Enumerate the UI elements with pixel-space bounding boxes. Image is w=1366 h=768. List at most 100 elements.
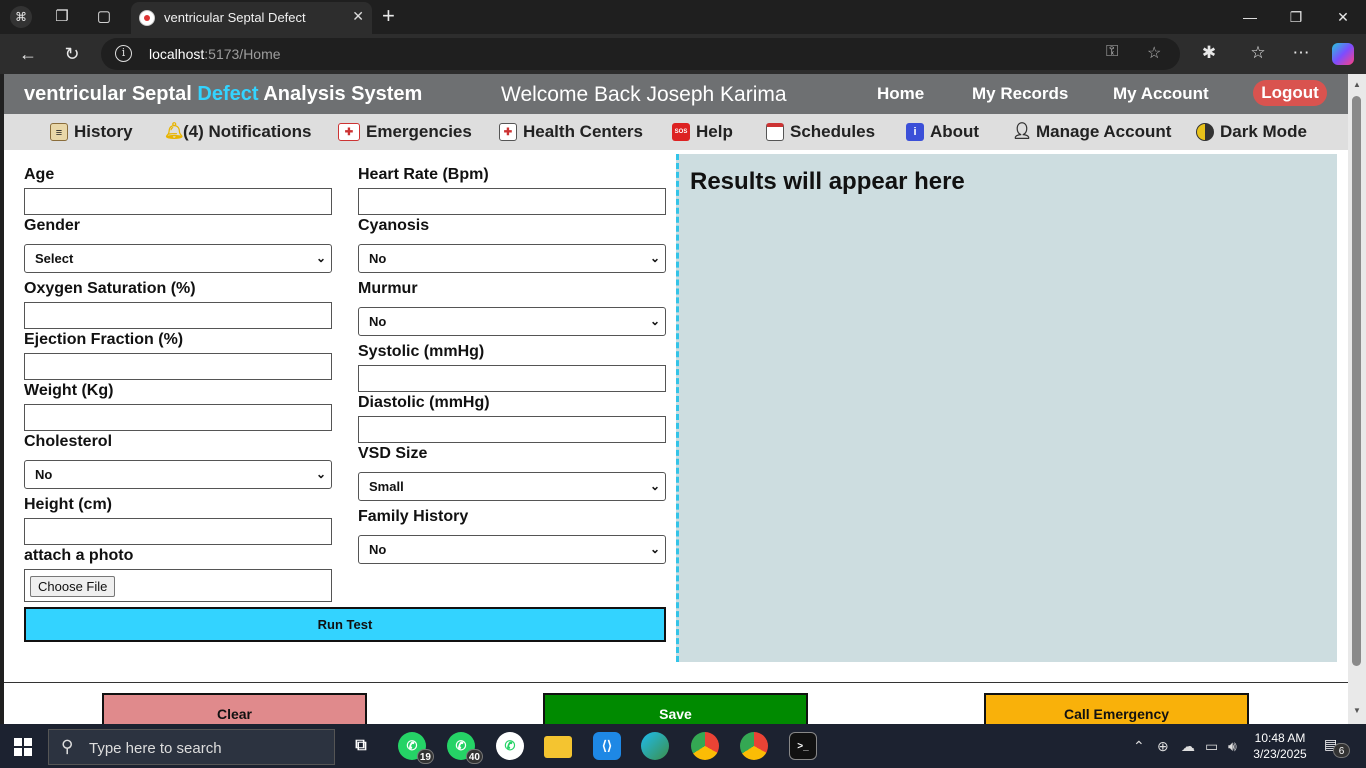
oxygen-input[interactable] — [24, 302, 332, 329]
volume-icon[interactable]: 🔊︎ — [1228, 738, 1237, 755]
calendar-icon — [766, 123, 784, 141]
battery-icon[interactable]: ▭ — [1205, 738, 1218, 755]
terminal-icon[interactable]: >_ — [789, 732, 817, 760]
more-options-icon[interactable]: ⋯ — [1290, 43, 1312, 63]
browser-title-bar: ⌘ ❐ ▢ ventricular Septal Defect ✕ + — ❐ … — [0, 0, 1366, 34]
run-test-button[interactable]: Run Test — [24, 607, 666, 642]
window-close-icon[interactable]: ✕ — [1332, 6, 1354, 28]
tab-favicon-icon — [139, 10, 155, 26]
photo-label: attach a photo — [24, 547, 134, 564]
clear-button[interactable]: Clear — [102, 693, 367, 724]
system-clock[interactable]: 10:48 AM 3/23/2025 — [1249, 730, 1311, 762]
network-icon[interactable]: ⊕ — [1157, 738, 1169, 755]
weight-label: Weight (Kg) — [24, 382, 114, 399]
nav-home-link[interactable]: Home — [877, 84, 924, 104]
workspaces-icon[interactable]: ❐ — [51, 6, 73, 28]
extensions-icon[interactable]: ✱ — [1198, 43, 1220, 63]
chrome-profile-icon[interactable] — [740, 732, 768, 760]
restore-icon[interactable]: ❐ — [1285, 6, 1307, 28]
oxygen-label: Oxygen Saturation (%) — [24, 280, 196, 297]
file-explorer-icon[interactable] — [544, 736, 572, 758]
user-icon: 👤︎ — [1012, 123, 1033, 140]
minimize-icon[interactable]: — — [1239, 6, 1261, 28]
page-viewport: ventricular Septal Defect Analysis Syste… — [4, 74, 1348, 724]
photo-file-input: Choose File — [24, 569, 332, 602]
scroll-down-icon[interactable]: ▼ — [1353, 706, 1361, 715]
cholesterol-label: Cholesterol — [24, 433, 113, 450]
cyanosis-select[interactable]: No ⌄ — [358, 244, 666, 273]
whatsapp-business-badge: 40 — [465, 749, 483, 764]
chrome-icon[interactable] — [691, 732, 719, 760]
subnav-help[interactable]: SOS Help — [672, 119, 733, 145]
page-scrollbar[interactable]: ▲ ▼ — [1348, 74, 1366, 724]
site-info-icon[interactable]: i — [115, 45, 132, 62]
subnav-emergencies[interactable]: ✚ Emergencies — [338, 119, 472, 145]
cholesterol-select[interactable]: No ⌄ — [24, 460, 332, 489]
heart-rate-input[interactable] — [358, 188, 666, 215]
diastolic-input[interactable] — [358, 416, 666, 443]
vscode-icon[interactable]: ⟨⟩ — [593, 732, 621, 760]
reload-icon[interactable]: ↻ — [60, 42, 84, 66]
whatsapp-icon[interactable]: ✆ 19 — [398, 732, 434, 764]
key-icon[interactable]: ⚿ — [1106, 43, 1118, 61]
subnav-about[interactable]: i About — [906, 119, 979, 145]
age-label: Age — [24, 166, 55, 183]
heart-rate-label: Heart Rate (Bpm) — [358, 166, 489, 183]
save-button[interactable]: Save — [543, 693, 808, 724]
murmur-select[interactable]: No ⌄ — [358, 307, 666, 336]
address-bar[interactable]: i localhost:5173/Home ⚿ ☆ — [101, 38, 1180, 70]
height-label: Height (cm) — [24, 496, 112, 513]
diastolic-label: Diastolic (mmHg) — [358, 394, 490, 411]
tab-actions-icon[interactable]: ▢ — [93, 6, 115, 28]
scroll-up-icon[interactable]: ▲ — [1353, 80, 1361, 89]
new-tab-icon[interactable]: + — [382, 4, 395, 28]
favorites-icon[interactable]: ☆ — [1247, 43, 1269, 63]
height-input[interactable] — [24, 518, 332, 545]
results-title: Results will appear here — [690, 168, 965, 195]
cyanosis-label: Cyanosis — [358, 217, 430, 234]
subnav-history[interactable]: ≡ History — [50, 119, 133, 145]
tab-close-icon[interactable]: ✕ — [352, 8, 364, 25]
subnav-health-centers[interactable]: ✚ Health Centers — [499, 119, 643, 145]
nav-my-account-link[interactable]: My Account — [1113, 84, 1209, 104]
profile-icon[interactable]: ⌘ — [10, 6, 32, 28]
ejection-input[interactable] — [24, 353, 332, 380]
logout-button[interactable]: Logout — [1253, 80, 1327, 106]
scroll-thumb[interactable] — [1352, 96, 1361, 666]
taskbar-search[interactable]: ⚲ Type here to search — [48, 729, 335, 765]
whatsapp-web-icon[interactable]: ✆ — [496, 732, 524, 760]
notification-center-icon[interactable]: ▤ 6 — [1324, 736, 1350, 758]
whatsapp-business-icon[interactable]: ✆ 40 — [447, 732, 483, 764]
weight-input[interactable] — [24, 404, 332, 431]
divider — [4, 682, 1348, 683]
chevron-down-icon: ⌄ — [649, 542, 660, 556]
task-view-icon[interactable]: ⧉ — [347, 732, 375, 760]
search-icon: ⚲ — [61, 737, 74, 756]
start-icon[interactable] — [14, 738, 32, 756]
nav-my-records-link[interactable]: My Records — [972, 84, 1068, 104]
edge-icon[interactable] — [641, 732, 669, 760]
subnav-manage-account[interactable]: 👤︎ Manage Account — [1012, 119, 1171, 145]
family-history-label: Family History — [358, 508, 469, 525]
subnav-schedules[interactable]: Schedules — [766, 119, 875, 145]
choose-file-button[interactable]: Choose File — [30, 576, 116, 597]
subnav-dark-mode[interactable]: Dark Mode — [1196, 119, 1307, 145]
vsd-size-select[interactable]: Small ⌄ — [358, 472, 666, 501]
dark-mode-icon — [1196, 123, 1214, 141]
family-history-select[interactable]: No ⌄ — [358, 535, 666, 564]
app-header: ventricular Septal Defect Analysis Syste… — [4, 74, 1348, 114]
clock-date: 3/23/2025 — [1253, 747, 1307, 761]
age-input[interactable] — [24, 188, 332, 215]
favorite-star-icon[interactable]: ☆ — [1147, 43, 1161, 63]
systolic-input[interactable] — [358, 365, 666, 392]
notification-badge: 6 — [1333, 743, 1350, 758]
call-emergency-button[interactable]: Call Emergency — [984, 693, 1249, 724]
back-icon[interactable]: ← — [16, 42, 40, 66]
subnav-notifications[interactable]: 🔔︎ (4) Notifications — [164, 119, 311, 145]
browser-tab[interactable]: ventricular Septal Defect ✕ — [131, 2, 372, 34]
gender-select[interactable]: Select ⌄ — [24, 244, 332, 273]
copilot-icon[interactable] — [1332, 43, 1354, 65]
tray-overflow-icon[interactable]: ⌃ — [1133, 738, 1145, 755]
onedrive-icon[interactable]: ☁ — [1181, 738, 1195, 755]
url-text[interactable]: localhost:5173/Home — [149, 46, 281, 62]
